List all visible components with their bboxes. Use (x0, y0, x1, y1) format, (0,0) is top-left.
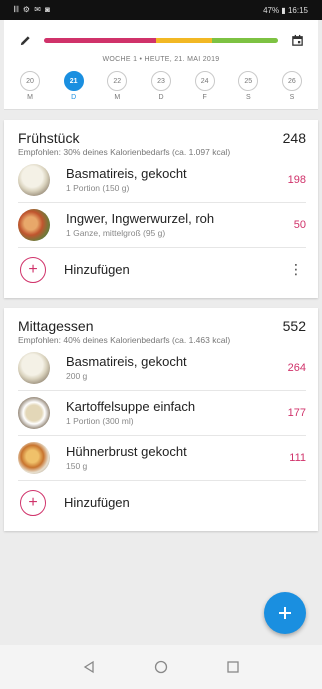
header-toolbar (16, 30, 306, 50)
food-item[interactable]: Kartoffelsuppe einfach 1 Portion (300 ml… (18, 391, 306, 436)
app-screen: 𝄃𝄃 ⚙ ✉ ◙ 47% ▮ 16:15 WOCHE 1 • HEUTE, 21… (0, 0, 322, 689)
food-kcal: 50 (293, 218, 306, 231)
add-label: Hinzufügen (64, 262, 130, 278)
food-text: Basmatireis, gekocht 1 Portion (150 g) (66, 166, 276, 193)
food-image-chicken (18, 441, 50, 474)
pencil-icon[interactable] (16, 31, 34, 49)
day-24[interactable]: 24 F (193, 71, 217, 101)
food-text: Ingwer, Ingwerwurzel, roh 1 Ganze, mitte… (66, 211, 276, 238)
food-text: Kartoffelsuppe einfach 1 Portion (300 ml… (66, 399, 276, 426)
day-22[interactable]: 22 M (105, 71, 129, 101)
meal-card-lunch: Mittagessen 552 Empfohlen: 40% deines Ka… (4, 307, 318, 531)
food-kcal: 198 (287, 173, 306, 186)
food-kcal: 264 (287, 361, 306, 374)
meal-header: Frühstück 248 (18, 130, 306, 146)
food-name: Ingwer, Ingwerwurzel, roh (66, 211, 215, 227)
day-20[interactable]: 20 M (18, 71, 42, 101)
meal-title[interactable]: Frühstück (18, 130, 79, 146)
status-bar: 𝄃𝄃 ⚙ ✉ ◙ 47% ▮ 16:15 (0, 0, 322, 20)
food-name: Basmatireis, gekocht (66, 354, 187, 370)
plus-icon: + (20, 489, 46, 516)
add-food-lunch-button[interactable]: + Hinzufügen (18, 481, 306, 525)
food-amount: 150 g (66, 461, 88, 472)
food-text: Basmatireis, gekocht 200 g (66, 354, 276, 381)
food-amount: 1 Portion (150 g) (66, 183, 130, 194)
add-label: Hinzufügen (64, 495, 130, 511)
food-name: Basmatireis, gekocht (66, 166, 187, 182)
food-item[interactable]: Basmatireis, gekocht 1 Portion (150 g) 1… (18, 158, 306, 203)
recents-icon[interactable] (223, 657, 243, 677)
meal-title[interactable]: Mittagessen (18, 318, 93, 334)
food-item[interactable]: Basmatireis, gekocht 200 g 264 (18, 346, 306, 391)
plus-icon (279, 607, 291, 619)
progress-segment-yellow (156, 37, 213, 43)
diary-header: WOCHE 1 • HEUTE, 21. MAI 2019 20 M 21 D 22… (4, 20, 318, 110)
status-icons: 𝄃𝄃 ⚙ ✉ ◙ (14, 5, 51, 14)
meal-recommendation: Empfohlen: 30% deines Kalorienbedarfs (c… (18, 147, 231, 157)
more-vert-icon[interactable]: ⋮ (286, 261, 306, 278)
food-text: Hühnerbrust gekocht 150 g (66, 444, 276, 471)
food-image-ginger (18, 208, 50, 241)
food-item[interactable]: Hühnerbrust gekocht 150 g 111 (18, 436, 306, 481)
food-image-rice (18, 351, 50, 384)
food-name: Hühnerbrust gekocht (66, 444, 187, 460)
day-23[interactable]: 23 D (149, 71, 173, 101)
meal-total-kcal: 552 (282, 317, 306, 334)
day-21-selected[interactable]: 21 D (62, 71, 86, 101)
food-amount: 1 Portion (300 ml) (66, 416, 134, 427)
food-image-soup (18, 396, 50, 429)
food-image-rice (18, 163, 50, 196)
food-kcal: 177 (287, 406, 306, 419)
week-date-label: WOCHE 1 • HEUTE, 21. MAI 2019 (102, 56, 220, 63)
back-icon[interactable] (79, 657, 99, 677)
day-selector: 20 M 21 D 22 M 23 D 24 F 25 S 26 S (16, 71, 306, 101)
day-26[interactable]: 26 S (280, 71, 304, 101)
food-amount: 1 Ganze, mittelgroß (95 g) (66, 228, 166, 239)
day-25[interactable]: 25 S (236, 71, 260, 101)
home-icon[interactable] (151, 657, 171, 677)
meal-header: Mittagessen 552 (18, 318, 306, 334)
progress-segment-green (212, 37, 278, 43)
meal-card-breakfast: Frühstück 248 Empfohlen: 30% deines Kalo… (4, 120, 318, 298)
system-nav-bar (0, 645, 322, 689)
meal-recommendation: Empfohlen: 40% deines Kalorienbedarfs (c… (18, 334, 231, 345)
food-item[interactable]: Ingwer, Ingwerwurzel, roh 1 Ganze, mitte… (18, 203, 306, 248)
food-kcal: 111 (289, 451, 306, 464)
calorie-progress-bar (44, 37, 278, 43)
fab-add-button[interactable] (264, 592, 306, 634)
food-name: Kartoffelsuppe einfach (66, 399, 196, 415)
calendar-icon[interactable] (288, 31, 306, 49)
progress-segment-red (44, 37, 157, 43)
add-food-breakfast-button[interactable]: + Hinzufügen ⋮ (18, 248, 306, 292)
meal-total-kcal: 248 (282, 130, 306, 146)
food-amount: 200 g (66, 371, 88, 382)
plus-icon: + (20, 256, 46, 283)
status-battery-time: 47% ▮ 16:15 (263, 5, 308, 15)
